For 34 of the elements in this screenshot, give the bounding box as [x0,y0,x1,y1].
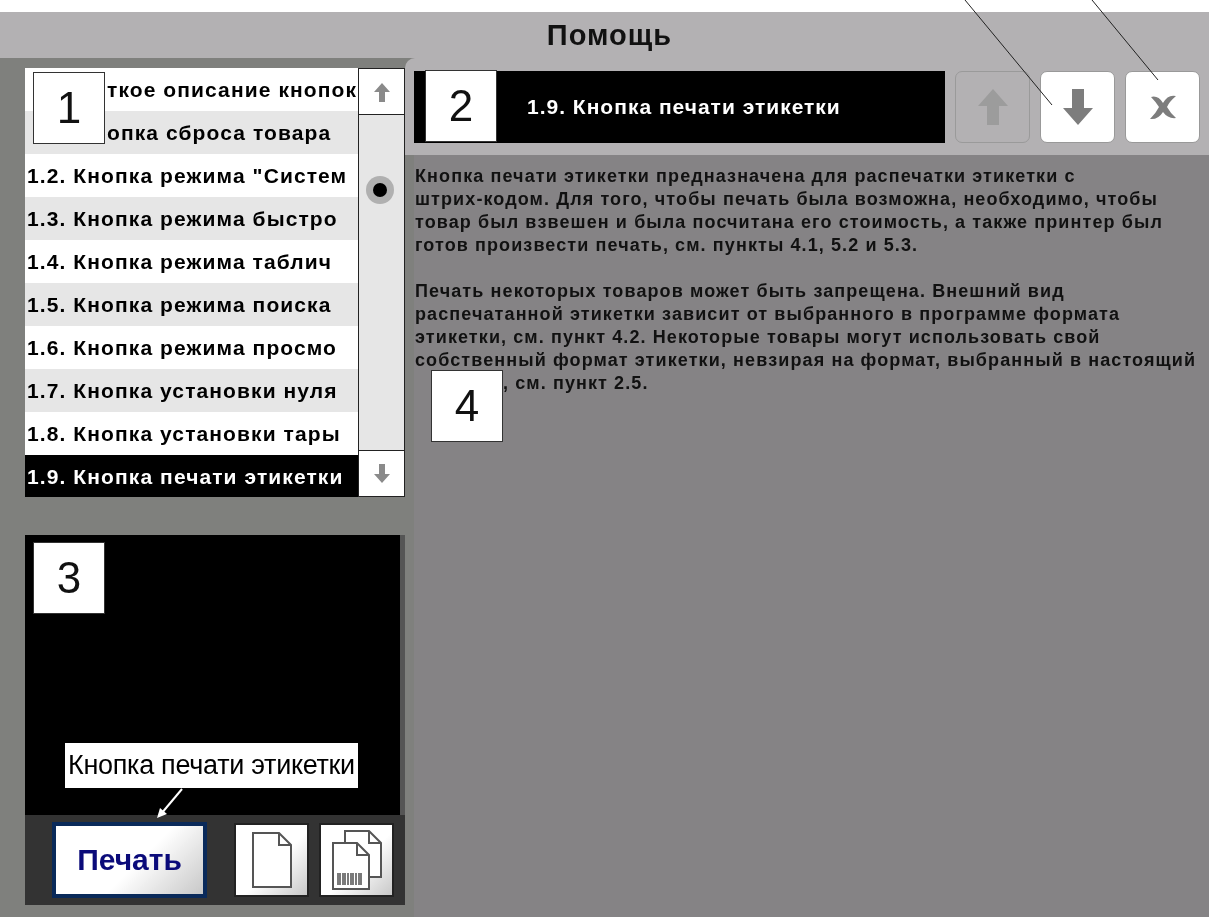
print-button[interactable]: Печать [52,822,207,898]
help-text-line: этикетки, см. пункт 4.2. Некоторые товары могут использовать свой [415,326,1102,349]
callout-number: 1 [33,72,105,144]
topic-item[interactable]: ткое описание кнопок [107,68,358,111]
callout-number: 2 [425,70,497,142]
scroll-down-button[interactable] [359,450,404,496]
next-button[interactable] [1040,70,1115,143]
help-text-line: распечатанной этикетки зависит от выбранного в программе формата [415,303,1122,326]
scroll-thumb[interactable] [365,175,395,205]
arrow-down-icon [371,462,392,485]
topic-title: 1.9. Кнопка печати этикетки [527,94,841,119]
topic-item[interactable]: 1.7. Кнопка установки нуля [25,369,358,412]
help-text-line: , см. пункт 2.5. [503,372,650,395]
help-text-line: товар был взвешен и была посчитана его стоимость, а также принтер был [415,211,1164,234]
topic-item[interactable]: 1.9. Кнопка печати этикетки [25,455,358,497]
callout-number: 3 [33,542,105,614]
arrow-down-icon [1060,86,1095,127]
help-text-line: готов произвести печать, см. пункты 4.1, 5.2 и 5.3. [415,234,920,257]
page-button[interactable] [234,823,309,897]
tooltip: Кнопка печати этикетки [65,743,358,788]
window-title: Помощь [545,18,673,52]
scroll-up-button[interactable] [359,69,404,115]
help-text-line: штрих-кодом. Для того, чтобы печать была возможна, необходимо, чтобы [415,188,1160,211]
callout-number: 4 [431,370,503,442]
close-button[interactable] [1125,70,1200,143]
help-text-line: Печать некоторых товаров может быть запрещена. Внешний вид [415,280,1066,303]
help-text-line: собственный формат этикетки, невзирая на формат, выбранный в настоящий [415,349,1198,372]
page-icon [250,831,293,889]
label-pages-button[interactable] [319,823,394,897]
help-text-line: Кнопка печати этикетки предназначена для распечатки этикетки с [415,165,1077,188]
topic-item[interactable]: 1.5. Кнопка режима поиска [25,283,358,326]
topic-item[interactable]: 1.3. Кнопка режима быстро [25,197,358,240]
leader-line [155,787,185,819]
barcode-pages-icon [330,829,383,891]
